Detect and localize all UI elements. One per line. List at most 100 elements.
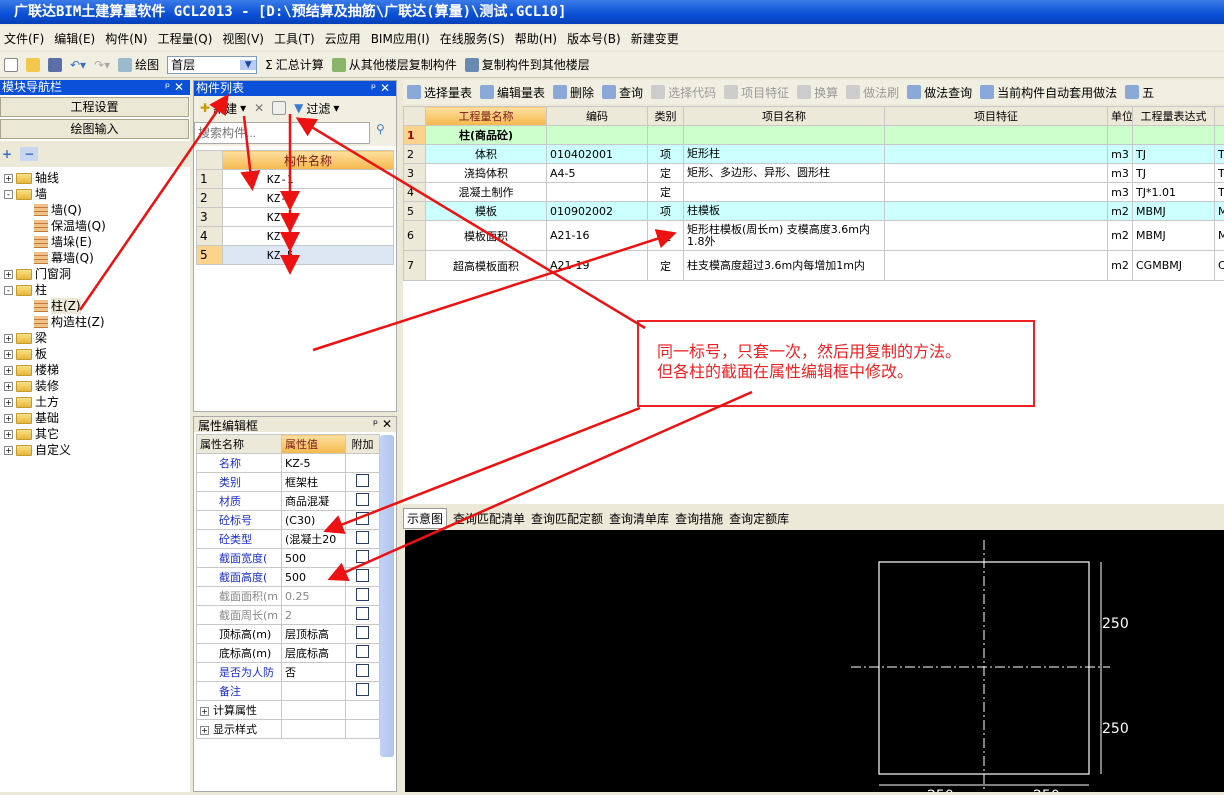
bottom-tab[interactable]: 示意图 bbox=[403, 508, 447, 529]
property-row[interactable]: 截面宽度(500 bbox=[197, 549, 380, 568]
component-row[interactable]: 1KZ-1 bbox=[197, 170, 394, 189]
tree-item[interactable]: 幕墙(Q) bbox=[0, 250, 190, 266]
qty-toolbar-button[interactable]: 编辑量表 bbox=[480, 84, 545, 101]
col-header[interactable]: 工程量表达式 bbox=[1133, 107, 1215, 126]
extra-checkbox[interactable] bbox=[356, 512, 369, 525]
prop-value[interactable]: (C30) bbox=[282, 511, 346, 530]
bottom-tab[interactable]: 查询清单库 bbox=[609, 510, 669, 527]
tree-item[interactable]: +板 bbox=[0, 346, 190, 362]
qty-toolbar-button[interactable]: 换算 bbox=[797, 84, 838, 101]
tree-item[interactable]: -墙 bbox=[0, 186, 190, 202]
tree-item[interactable]: +其它 bbox=[0, 426, 190, 442]
copy-icon[interactable] bbox=[272, 101, 286, 115]
property-row[interactable]: 备注 bbox=[197, 682, 380, 701]
menu-item[interactable]: 视图(V) bbox=[222, 30, 264, 47]
expand-icon[interactable]: + bbox=[4, 414, 13, 423]
property-row[interactable]: 砼标号(C30) bbox=[197, 511, 380, 530]
property-row[interactable]: 截面面积(m0.25 bbox=[197, 587, 380, 606]
qty-toolbar-button[interactable]: 查询 bbox=[602, 84, 643, 101]
property-row[interactable]: 材质商品混凝 bbox=[197, 492, 380, 511]
quantity-row[interactable]: 3浇捣体积A4-5定矩形、多边形、异形、圆形柱m3TJT bbox=[404, 164, 1224, 183]
expand-icon[interactable]: + bbox=[4, 270, 13, 279]
menu-item[interactable]: 在线服务(S) bbox=[440, 30, 505, 47]
bottom-tab[interactable]: 查询措施 bbox=[675, 510, 723, 527]
col-header[interactable]: 项目特征 bbox=[885, 107, 1108, 126]
draw-input-button[interactable]: 绘图输入 bbox=[0, 119, 189, 139]
draw-button[interactable]: 绘图 bbox=[118, 56, 159, 73]
prop-value[interactable]: 500 bbox=[282, 568, 346, 587]
qty-toolbar-button[interactable]: 选择量表 bbox=[407, 84, 472, 101]
component-row[interactable]: 5KZ-5 bbox=[197, 246, 394, 265]
floor-select[interactable]: 首层▼ bbox=[167, 56, 257, 74]
redo-icon[interactable]: ↷▾ bbox=[94, 58, 110, 72]
expand-icon[interactable]: + bbox=[200, 707, 209, 716]
undo-icon[interactable]: ↶▾ bbox=[70, 58, 86, 72]
extra-checkbox[interactable] bbox=[356, 474, 369, 487]
qty-toolbar-button[interactable]: 项目特征 bbox=[724, 84, 789, 101]
tree-item[interactable]: 柱(Z) bbox=[0, 298, 190, 314]
expand-icon[interactable]: + bbox=[4, 382, 13, 391]
property-row[interactable]: 底标高(m)层底标高 bbox=[197, 644, 380, 663]
extra-checkbox[interactable] bbox=[356, 493, 369, 506]
property-row[interactable]: 顶标高(m)层顶标高 bbox=[197, 625, 380, 644]
quantity-row[interactable]: 2体积010402001项矩形柱m3TJT bbox=[404, 145, 1224, 164]
qty-toolbar-button[interactable]: 五 bbox=[1125, 84, 1154, 101]
extra-checkbox[interactable] bbox=[356, 626, 369, 639]
tree-item[interactable]: +土方 bbox=[0, 394, 190, 410]
component-row[interactable]: 3KZ-3 bbox=[197, 208, 394, 227]
extra-checkbox[interactable] bbox=[356, 683, 369, 696]
delete-icon[interactable]: ✕ bbox=[254, 101, 264, 115]
expand-icon[interactable]: + bbox=[4, 366, 13, 375]
col-header[interactable]: 类别 bbox=[648, 107, 684, 126]
menu-item[interactable]: 文件(F) bbox=[4, 30, 44, 47]
expand-icon[interactable]: + bbox=[200, 726, 209, 735]
property-row[interactable]: 名称KZ-5 bbox=[197, 454, 380, 473]
extra-checkbox[interactable] bbox=[356, 588, 369, 601]
property-group[interactable]: +显示样式 bbox=[197, 720, 380, 739]
extra-checkbox[interactable] bbox=[356, 607, 369, 620]
tree-item[interactable]: +轴线 bbox=[0, 170, 190, 186]
sum-calc-button[interactable]: Σ汇总计算 bbox=[265, 56, 324, 73]
expand-icon[interactable]: + bbox=[4, 350, 13, 359]
prop-value[interactable]: KZ-5 bbox=[282, 454, 346, 473]
menu-item[interactable]: BIM应用(I) bbox=[371, 30, 430, 47]
tree-item[interactable]: 墙(Q) bbox=[0, 202, 190, 218]
new-file-icon[interactable] bbox=[4, 58, 18, 72]
property-row[interactable]: 截面周长(m2 bbox=[197, 606, 380, 625]
tree-item[interactable]: 构造柱(Z) bbox=[0, 314, 190, 330]
prop-value[interactable]: 商品混凝 bbox=[282, 492, 346, 511]
extra-checkbox[interactable] bbox=[356, 664, 369, 677]
tree-item[interactable]: +装修 bbox=[0, 378, 190, 394]
quantity-row[interactable]: 1柱(商品砼) bbox=[404, 126, 1224, 145]
expand-icon[interactable]: + bbox=[4, 398, 13, 407]
tree-item[interactable]: 墙垛(E) bbox=[0, 234, 190, 250]
tree-item[interactable]: +自定义 bbox=[0, 442, 190, 458]
tree-item[interactable]: +楼梯 bbox=[0, 362, 190, 378]
bottom-tab[interactable]: 查询匹配定额 bbox=[531, 510, 603, 527]
copy-from-floor-button[interactable]: 从其他楼层复制构件 bbox=[332, 56, 457, 73]
prop-value[interactable]: 否 bbox=[282, 663, 346, 682]
qty-toolbar-button[interactable]: 选择代码 bbox=[651, 84, 716, 101]
pin-close-icons[interactable]: ᵖ ✕ bbox=[165, 80, 190, 95]
qty-toolbar-button[interactable]: 当前构件自动套用做法 bbox=[980, 84, 1117, 101]
col-component-name[interactable]: 构件名称 bbox=[223, 151, 394, 170]
extra-checkbox[interactable] bbox=[356, 569, 369, 582]
bottom-tab[interactable]: 查询匹配清单 bbox=[453, 510, 525, 527]
prop-value[interactable]: 层底标高 bbox=[282, 644, 346, 663]
bottom-tab[interactable]: 查询定额库 bbox=[729, 510, 789, 527]
menu-item[interactable]: 云应用 bbox=[325, 30, 361, 47]
prop-value[interactable]: (混凝土20 bbox=[282, 530, 346, 549]
quantity-row[interactable]: 5模板010902002项柱模板m2MBMJM bbox=[404, 202, 1224, 221]
menu-item[interactable]: 工具(T) bbox=[274, 30, 315, 47]
menu-item[interactable]: 帮助(H) bbox=[515, 30, 557, 47]
property-row[interactable]: 砼类型(混凝土20 bbox=[197, 530, 380, 549]
component-row[interactable]: 4KZ-4 bbox=[197, 227, 394, 246]
quantity-row[interactable]: 4混凝土制作定m3TJ*1.01T bbox=[404, 183, 1224, 202]
search-icon[interactable]: ⚲ bbox=[370, 122, 385, 144]
collapse-icon[interactable]: - bbox=[4, 190, 13, 199]
prop-value[interactable]: 框架柱 bbox=[282, 473, 346, 492]
menu-item[interactable]: 新建变更 bbox=[631, 30, 679, 47]
tree-item[interactable]: +门窗洞 bbox=[0, 266, 190, 282]
property-row[interactable]: 类别框架柱 bbox=[197, 473, 380, 492]
extra-checkbox[interactable] bbox=[356, 645, 369, 658]
